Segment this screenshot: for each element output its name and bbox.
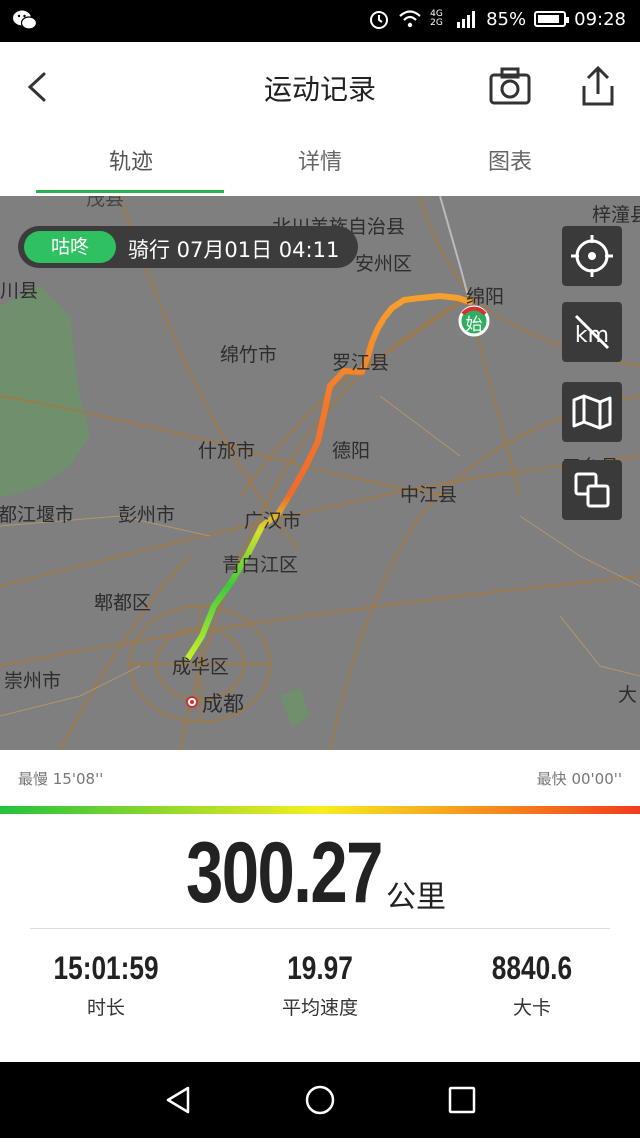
map-label: 都江堰市 [0, 504, 75, 526]
divider [30, 928, 610, 929]
map-label: 茂县 [86, 196, 125, 210]
signal-icon [457, 11, 476, 28]
map-layer-icon [572, 394, 612, 430]
tab-details[interactable]: 详情 [225, 134, 415, 194]
km-toggle-icon: km [575, 314, 609, 350]
map-label: 川县 [0, 280, 39, 302]
app-header: 运动记录 [0, 42, 640, 134]
active-tab-indicator [36, 190, 224, 193]
slowest-pace: 最慢 15'08'' [18, 770, 104, 788]
ride-info: 骑行 07月01日 04:11 [128, 238, 340, 262]
map-label: 绵竹市 [220, 344, 278, 366]
system-nav-bar [0, 1062, 640, 1138]
tab-track[interactable]: 轨迹 [36, 134, 226, 194]
map-label: 德阳 [332, 440, 371, 462]
locate-icon [571, 235, 613, 277]
stat-label: 大卡 [512, 997, 551, 1019]
battery-icon [534, 11, 570, 27]
map-label: 彭州市 [118, 504, 176, 526]
tab-charts[interactable]: 图表 [415, 134, 605, 194]
map-layer-button[interactable] [562, 382, 622, 442]
alarm-icon [370, 11, 389, 29]
camera-icon[interactable] [486, 64, 534, 110]
wechat-icon [12, 9, 38, 35]
back-triangle-icon[interactable] [158, 1080, 198, 1120]
distance-unit: 公里 [386, 880, 446, 915]
stat-label: 平均速度 [281, 997, 358, 1019]
wifi-icon [399, 10, 421, 28]
stat-avg-speed: 19.97 平均速度 [220, 950, 420, 1020]
stat-duration: 15:01:59 时长 [6, 950, 206, 1020]
map-label: 什邡市 [198, 440, 256, 462]
distance-value: 300.27 [186, 825, 383, 921]
fastest-pace: 最快 00'00'' [536, 770, 622, 788]
stat-value: 8840.6 [491, 950, 573, 986]
map-label: 成都 [202, 692, 244, 716]
stat-label: 时长 [86, 997, 125, 1019]
status-bar: 4G 2G 85% 09:28 [0, 0, 640, 42]
map-label: 成华区 [172, 656, 230, 678]
tab-bar: 轨迹 详情 图表 [0, 134, 640, 197]
speed-scale: 最慢 15'08'' 最快 00'00'' [0, 750, 640, 806]
km-toggle-button[interactable]: km [562, 302, 622, 362]
start-marker[interactable]: 始 [457, 304, 491, 338]
speed-gradient-bar [0, 806, 640, 814]
start-marker-label: 始 [465, 315, 483, 335]
stat-calories: 8840.6 大卡 [432, 950, 632, 1020]
map-label: 崇州市 [4, 670, 62, 692]
recents-square-icon[interactable] [442, 1080, 482, 1120]
stat-value: 15:01:59 [53, 950, 159, 986]
battery-percent: 85% [486, 8, 527, 30]
map-label: 安州区 [355, 253, 413, 275]
page-title: 运动记录 [263, 73, 376, 106]
map-canvas [0, 196, 640, 750]
overlay-toggle-icon [574, 472, 610, 508]
map-label: 郫都区 [94, 592, 152, 614]
map-label: 大 [618, 684, 638, 706]
network-type: 4G 2G [430, 9, 443, 28]
map-label: 青白江区 [222, 554, 299, 576]
locate-button[interactable] [562, 226, 622, 286]
clock: 09:28 [574, 8, 626, 30]
map-label: 梓潼县 [592, 204, 640, 226]
overlay-toggle-button[interactable] [562, 460, 622, 520]
map-label: 中江县 [400, 484, 458, 506]
ride-info-pill: 咕咚 骑行 07月01日 04:11 [18, 226, 358, 268]
map-label: 广汉市 [244, 510, 302, 532]
distance-summary: 300.27 公里 [0, 822, 640, 922]
route-map[interactable]: 茂县 北川羌族自治县 安州区 绵阳 梓潼县 川县 绵竹市 罗江县 什邡市 德阳 … [0, 196, 640, 750]
home-circle-icon[interactable] [300, 1080, 340, 1120]
map-label: 罗江县 [332, 352, 390, 374]
stat-value: 19.97 [287, 950, 353, 986]
app-badge: 咕咚 [24, 231, 116, 263]
share-icon[interactable] [576, 62, 620, 110]
